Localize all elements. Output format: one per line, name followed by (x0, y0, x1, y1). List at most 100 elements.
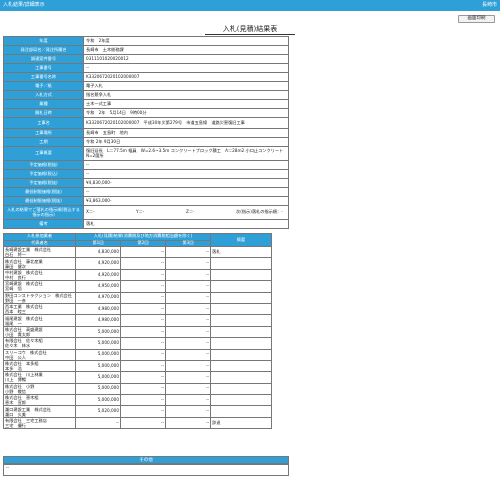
info-row-estimated-price-3: 予定価格(税抜) ¥4,830,000- (3, 178, 289, 188)
info-row-opening-date: 開札日時 令和 2年 5月14日 9時00分 (3, 108, 289, 118)
bidder-name: 有限会社 三宅工務店 三宅 優行 (3, 416, 76, 430)
round1-amount: 5,000,000 (75, 348, 121, 361)
round1-amount: 5,000,000 (75, 325, 121, 339)
representative-name: 川上 博暢 (5, 377, 26, 383)
info-row-work-name: 工事名 K3320672020102000007 平成30年災第279号 市道五島… (3, 117, 289, 129)
representative-name: 中田 公人 (5, 354, 26, 360)
bid-remark (210, 325, 272, 339)
round1-amount: 4,830,000 (75, 245, 121, 259)
round1-amount: -- (75, 416, 121, 430)
round1-amount: 5,000,000 (75, 359, 121, 373)
round3-amount: -- (165, 268, 211, 282)
table-row: 有限会社 三宅工務店 三宅 優行 -- -- -- 辞退 (3, 416, 272, 430)
table-row: 野田コンストラクション 株式会社 野田 一彦 4,970,000 -- -- (3, 291, 272, 304)
table-row: 有限会社 佐々木組 佐々木 林水 5,000,000 -- -- (3, 337, 272, 350)
bid-remark: 落札 (210, 245, 272, 259)
info-row-case-number: 調達案件番号 0311101020020012 (3, 54, 289, 64)
bid-remark (210, 268, 272, 282)
round1-amount: 5,000,000 (75, 382, 121, 396)
info-row-overview: 工事概要 復旧延長 L＝77.5m 幅員 W=2.6~3.5m コンクリートブロッ… (3, 146, 289, 161)
info-row-bid-method: 入札方式 指名競争入札 (3, 90, 289, 100)
table-row: 西本工業 株式会社 西本 睦三 4,980,000 -- -- (3, 302, 272, 316)
bid-results-table: 入札参加業者 入札(見積)結果(消費税及び地方消費税相当額を除く) 摘要 代表者… (3, 233, 272, 430)
round3-amount: -- (165, 382, 211, 396)
print-button[interactable]: 画面印刷 (458, 15, 495, 23)
bid-remark (210, 291, 272, 304)
bidder-name: 宮崎建設 株式会社 宮崎 悟 (3, 280, 76, 293)
info-row-period: 工期 令和 2年 9月30日 (3, 137, 289, 147)
table-row: 瀧口建設工業 株式会社 瀧口 久美 5,020,000 -- -- (3, 405, 272, 418)
round2-amount: -- (120, 257, 166, 270)
bidder-name: 有限会社 佐々木組 佐々木 林水 (3, 337, 76, 350)
table-row: 株式会社 川上林業 川上 博暢 5,000,000 -- -- (3, 371, 272, 384)
representative-name: 白石 将一 (5, 252, 26, 258)
info-row-lot-order: 入札の結果でご落札の指示順(税込する指示の指示) X＝- Y＝- Z＝- 次(指… (3, 205, 289, 220)
bidder-name: スリーコウ 株式会社 中田 公人 (3, 348, 76, 361)
representative-name: 宮崎 悟 (5, 286, 22, 292)
bid-remark (210, 371, 272, 384)
table-row: スリーコウ 株式会社 中田 公人 5,000,000 -- -- (3, 348, 272, 361)
representative-name: 藤田 健次 (5, 263, 26, 269)
representative-name: 小田 貴太郎 (5, 331, 31, 337)
round2-amount: -- (120, 394, 166, 407)
info-row-electronic-paper: 電子／紙 電子入札 (3, 81, 289, 91)
round2-amount: -- (120, 245, 166, 259)
round3-amount: -- (165, 314, 211, 327)
info-row-min-price-2: 最低制限価格(税抜) ¥3,863,000- (3, 196, 289, 206)
bid-remark (210, 280, 272, 293)
representative-name: 西本 睦三 (5, 309, 26, 315)
bid-rows: 長崎建設工業 株式会社 白石 将一 4,830,000 -- -- 落札 株式会社 藤北産業… (3, 245, 272, 430)
bidder-name: 株式会社 本多組 本多 浩 (3, 359, 76, 373)
representative-name: 瀧口 久美 (5, 411, 26, 417)
round2-amount: -- (120, 280, 166, 293)
bidder-name: 野田コンストラクション 株式会社 野田 一彦 (3, 291, 76, 304)
info-row-min-price-1: 最低制限価格(税抜) -- (3, 187, 289, 197)
info-row-remarks: 備考 落札 (3, 219, 289, 229)
round1-amount: 5,020,000 (75, 405, 121, 418)
top-bar: 入札結果/詳細表示 長崎市 (0, 0, 500, 11)
bid-remark (210, 257, 272, 270)
round1-amount: 5,000,000 (75, 337, 121, 350)
representative-name: 佐々木 林水 (5, 343, 31, 349)
table-row: 福尾建設 株式会社 福尾 一 4,980,000 -- -- (3, 314, 272, 327)
title-underline (205, 34, 295, 35)
round3-amount: -- (165, 337, 211, 350)
bidder-name: 株式会社 川上林業 川上 博暢 (3, 371, 76, 384)
table-row: 株式会社 高盛建設 小田 貴太郎 5,000,000 -- -- (3, 325, 272, 339)
bid-remark (210, 359, 272, 373)
round3-amount: -- (165, 394, 211, 407)
bidder-name: 福尾建設 株式会社 福尾 一 (3, 314, 76, 327)
round2-amount: -- (120, 268, 166, 282)
table-row: 株式会社 恵木組 恵木 宣郎 5,000,000 -- -- (3, 394, 272, 407)
bid-remark (210, 405, 272, 418)
bid-remark (210, 348, 272, 361)
bid-remark (210, 382, 272, 396)
round2-amount: -- (120, 337, 166, 350)
info-row-department: 発注部局名／発注所属名 長崎市 土木総務課 (3, 45, 289, 55)
round3-amount: -- (165, 302, 211, 316)
representative-name: 三宅 優行 (5, 423, 26, 429)
table-row: 宮崎建設 株式会社 宮崎 悟 4,950,000 -- -- (3, 280, 272, 293)
bid-remark (210, 337, 272, 350)
representative-name: 福尾 一 (5, 320, 22, 326)
info-row-estimated-price-1: 予定価格(税抜) -- (3, 160, 289, 170)
bidder-name: 株式会社 恵木組 恵木 宣郎 (3, 394, 76, 407)
table-row: 株式会社 本多組 本多 浩 5,000,000 -- -- (3, 359, 272, 373)
table-row: 株式会社 藤北産業 藤田 健次 4,920,000 -- -- (3, 257, 272, 270)
info-row-work-number-name: 工事番号名称 K3320672020102000007 (3, 72, 289, 82)
bid-remark: 辞退 (210, 416, 272, 430)
representative-name: 野田 一彦 (5, 297, 26, 303)
round1-amount: 4,980,000 (75, 314, 121, 327)
round1-amount: 4,920,000 (75, 257, 121, 270)
round3-amount: -- (165, 325, 211, 339)
round2-amount: -- (120, 348, 166, 361)
bidder-name: 株式会社 高盛建設 小田 貴太郎 (3, 325, 76, 339)
round2-amount: -- (120, 359, 166, 373)
round1-amount: 4,920,000 (75, 268, 121, 282)
round3-amount: -- (165, 291, 211, 304)
header-remark: 摘要 (210, 233, 272, 247)
round3-amount: -- (165, 416, 211, 430)
info-row-work-number: 工事番号 -- (3, 63, 289, 73)
round2-amount: -- (120, 405, 166, 418)
lot-order-values: X＝- Y＝- Z＝- 次(指示)落札の指示順：- (86, 209, 283, 215)
